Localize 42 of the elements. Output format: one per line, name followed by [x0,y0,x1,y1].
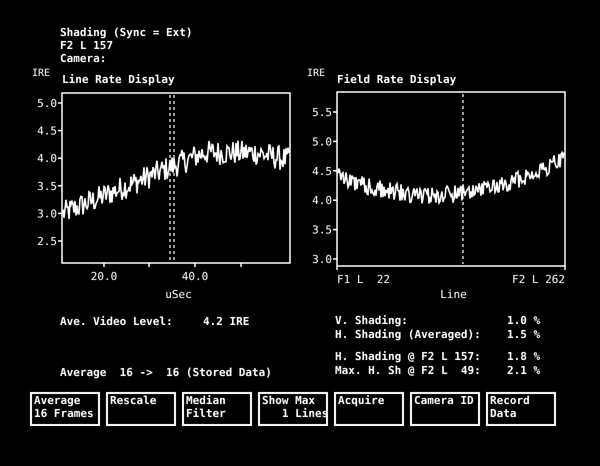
shading-value: 1.0 % [507,314,540,328]
video-level-label: Ave. Video Level: [60,314,174,330]
shading-label: Max. H. Sh @ F2 L 49: [335,364,482,378]
tick-label: 5.5 [312,106,332,119]
softkey-button[interactable]: Median Filter [182,392,252,426]
tick-label: 5.0 [312,135,332,148]
shading-value: 1.8 % [507,350,540,364]
shading-value: 1.5 % [507,328,540,342]
average-status: Average 16 -> 16 (Stored Data) [60,364,272,380]
position-label: F2 L 157 [60,39,113,52]
softkey-button[interactable]: Rescale [106,392,176,426]
shading-label: H. Shading (Averaged): [335,328,482,342]
screen-title: Shading (Sync = Ext) [60,26,192,39]
tick-label: 40.0 [182,270,208,283]
tick-label: 20.0 [90,270,118,283]
softkey-button[interactable]: Record Data [486,392,556,426]
softkey-button[interactable]: Average 16 Frames [30,392,100,426]
tick-label: 3.5 [312,224,332,237]
shading-value: 2.1 % [507,364,540,378]
camera-label: Camera: [60,52,106,65]
shading-label: V. Shading: [335,314,409,328]
softkey-button[interactable]: Camera ID [410,392,480,426]
tick-label: 3.0 [312,253,332,266]
axis-title: Line [440,288,467,302]
chart-title: Line Rate Display [62,74,175,86]
tick-label: 4.0 [312,194,332,208]
tick-label: 4.5 [37,124,57,138]
tick-label: 3.5 [37,180,57,193]
shading-label: H. Shading @ F2 L 157: [335,350,482,364]
tick-label: 3.0 [37,207,57,220]
chart-title: Field Rate Display [337,74,456,86]
tick-label: 2.5 [37,235,57,248]
tick-label: F2 L 262 [512,273,565,286]
tick-label: 4.5 [312,164,332,178]
tick-label: 5.0 [37,97,57,110]
axis-unit: IRE [307,68,326,80]
tick-label: F1 L 22 [337,273,390,286]
softkey-button[interactable]: Acquire [334,392,404,426]
tick-label: 4.0 [37,152,57,166]
video-level-value: 4.2 IRE [203,314,250,330]
axis-unit: IRE [32,68,52,80]
axis-title: uSec [165,288,192,302]
